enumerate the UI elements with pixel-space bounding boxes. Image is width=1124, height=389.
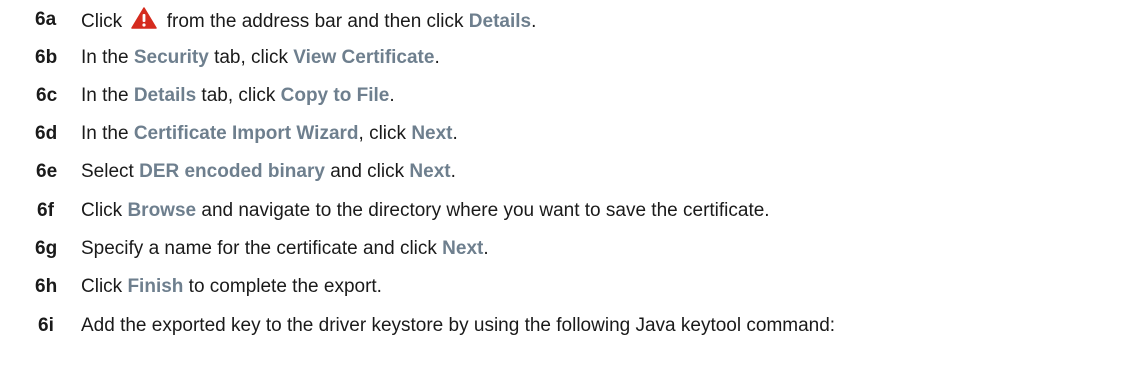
step-number: 6e xyxy=(36,161,58,182)
step-text-segment: from the address bar and then click xyxy=(161,11,469,32)
ui-term: Finish xyxy=(127,276,184,297)
ui-term: Next xyxy=(442,238,484,259)
ui-term: Certificate Import Wizard xyxy=(133,123,359,144)
ui-term: Next xyxy=(409,161,451,182)
step-text: Click Finish to complete the export. xyxy=(81,276,382,298)
step-number: 6c xyxy=(36,85,58,106)
step-text: In the Details tab, click Copy to File. xyxy=(81,85,395,107)
step-text-segment: and click xyxy=(324,161,410,182)
step-6a: 6a Click from the address bar and then cl… xyxy=(35,5,536,35)
step-number: 6b xyxy=(35,47,58,68)
step-6g: 6g Specify a name for the certificate and… xyxy=(35,234,489,264)
step-text: In the Security tab, click View Certific… xyxy=(81,47,440,69)
step-number: 6a xyxy=(35,9,57,30)
step-text-segment: Select xyxy=(81,161,140,182)
step-text-segment: Click xyxy=(81,11,128,32)
step-6h: 6h Click Finish to complete the export. xyxy=(35,272,382,302)
step-text-segment: In the xyxy=(81,85,134,106)
step-text-segment: . xyxy=(452,123,458,144)
step-6e: 6e Select DER encoded binary and click Ne… xyxy=(36,157,456,187)
ui-term: View Certificate xyxy=(293,47,435,68)
step-text-segment: . xyxy=(434,47,440,68)
step-text-segment: Add the exported key to the driver keyst… xyxy=(81,315,836,336)
step-text: In the Certificate Import Wizard, click … xyxy=(81,123,458,145)
step-6i: 6i Add the exported key to the driver key… xyxy=(38,311,835,341)
ui-term: Security xyxy=(133,47,209,68)
step-6c: 6c In the Details tab, click Copy to File… xyxy=(36,81,395,111)
step-text-segment: , click xyxy=(358,123,412,144)
ui-term: Next xyxy=(411,123,453,144)
ui-term: Details xyxy=(468,11,532,32)
step-text-segment: . xyxy=(389,85,395,106)
step-number: 6i xyxy=(38,315,54,336)
step-text-segment: to complete the export. xyxy=(183,276,382,297)
step-number: 6h xyxy=(35,276,58,297)
step-text: Specify a name for the certificate and c… xyxy=(81,238,489,260)
ui-term: Browse xyxy=(127,200,197,221)
ui-term: Details xyxy=(133,85,197,106)
step-text-segment: . xyxy=(483,238,489,259)
step-text-segment: . xyxy=(450,161,456,182)
step-text: Select DER encoded binary and click Next… xyxy=(81,161,456,183)
step-text: Add the exported key to the driver keyst… xyxy=(81,315,835,337)
warning-icon xyxy=(131,7,158,29)
step-6b: 6b In the Security tab, click View Certif… xyxy=(35,43,440,73)
step-text-segment: tab, click xyxy=(208,47,294,68)
step-number: 6g xyxy=(35,238,58,259)
step-number: 6f xyxy=(37,200,54,221)
step-text-segment: Specify a name for the certificate and c… xyxy=(81,238,443,259)
step-text-segment: In the xyxy=(81,47,134,68)
ui-term: DER encoded binary xyxy=(139,161,325,182)
step-text: Click Browse and navigate to the directo… xyxy=(81,200,770,222)
step-text-segment: Click xyxy=(81,200,128,221)
step-text: Click from the address bar and then clic… xyxy=(81,7,536,33)
step-text-segment: In the xyxy=(81,123,134,144)
step-text-segment: . xyxy=(531,11,537,32)
step-number: 6d xyxy=(35,123,58,144)
step-text-segment: and navigate to the directory where you … xyxy=(196,200,770,221)
step-text-segment: Click xyxy=(81,276,128,297)
step-text-segment: tab, click xyxy=(196,85,281,106)
ui-term: Copy to File xyxy=(280,85,390,106)
step-6f: 6f Click Browse and navigate to the direc… xyxy=(37,196,770,226)
step-6d: 6d In the Certificate Import Wizard, clic… xyxy=(35,119,458,149)
